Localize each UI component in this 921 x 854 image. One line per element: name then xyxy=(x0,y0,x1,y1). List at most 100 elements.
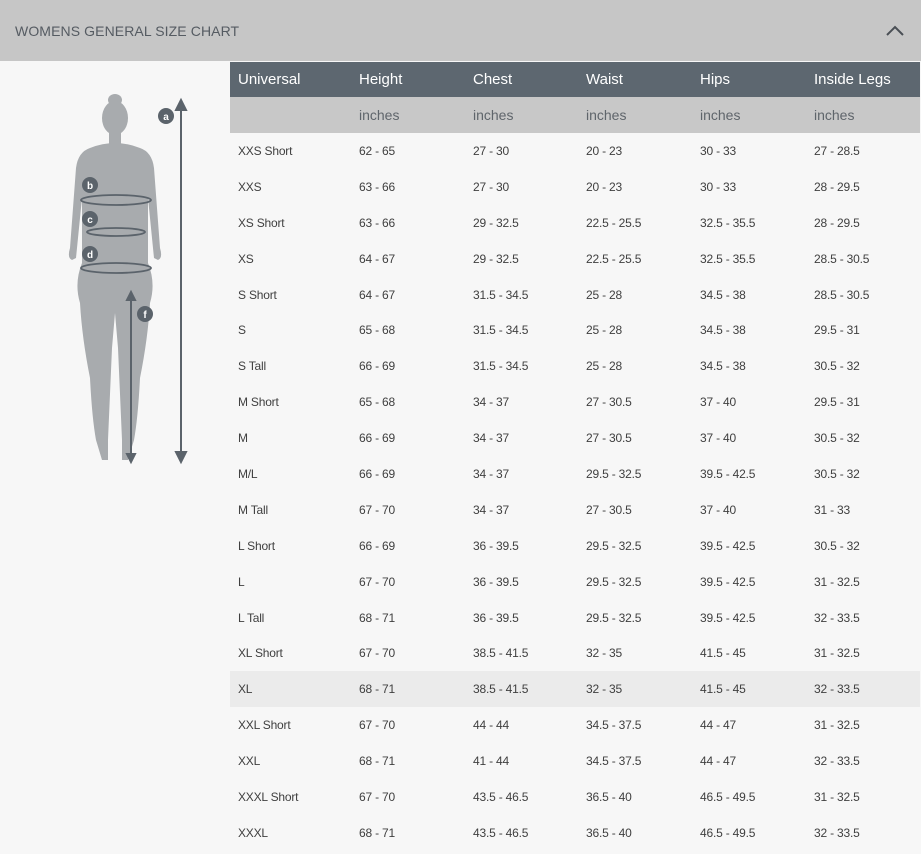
measurement-cell: 32 - 33.5 xyxy=(806,671,920,708)
measurement-cell: 34.5 - 37.5 xyxy=(586,754,642,769)
table-row: L Tall 68 - 71 36 - 39.5 29.5 - 32.5 39.5 - … xyxy=(230,600,920,636)
measurement-cell: 32 - 35 xyxy=(586,646,622,661)
measurement-cell: 32 - 33.5 xyxy=(814,610,860,625)
size-label-cell: M Short xyxy=(238,395,279,410)
measurement-cell: 29.5 - 32.5 xyxy=(586,574,642,589)
measurement-cell: 43.5 - 46.5 xyxy=(473,825,529,840)
table-row: L 67 - 70 36 - 39.5 29.5 - 32.5 39.5 - 42.5 3… xyxy=(230,564,920,600)
table-row: XL Short 67 - 70 38.5 - 41.5 32 - 35 41.5 - … xyxy=(230,635,920,671)
table-row: M/L 66 - 69 34 - 37 29.5 - 32.5 39.5 - 42.5 3… xyxy=(230,456,920,492)
measurement-cell: 68 - 71 xyxy=(351,671,465,708)
measurement-cell: 66 - 69 xyxy=(359,431,395,446)
measurement-cell: 44 - 47 xyxy=(700,754,736,769)
measurement-cell: 41.5 - 45 xyxy=(700,646,746,661)
table-row: XS 64 - 67 29 - 32.5 22.5 - 25.5 32.5 - 35.5… xyxy=(230,241,920,277)
table-body: XXS Short 62 - 65 27 - 30 20 - 23 30 - 33 27 … xyxy=(230,133,920,851)
measurement-cell: 68 - 71 xyxy=(359,610,395,625)
table-row: S Tall 66 - 69 31.5 - 34.5 25 - 28 34.5 - 38… xyxy=(230,348,920,384)
measurement-cell: 66 - 69 xyxy=(359,359,395,374)
table-row: XS Short 63 - 66 29 - 32.5 22.5 - 25.5 32.5 … xyxy=(230,205,920,241)
size-chart-table: Universal Height Chest Waist Hips Inside… xyxy=(230,62,920,851)
unit-label: inches xyxy=(465,97,578,133)
size-label-cell: XXL xyxy=(238,754,261,769)
measurement-cell: 32 - 35 xyxy=(578,671,692,708)
size-label-cell: XXL Short xyxy=(238,718,291,733)
column-header: Chest xyxy=(465,62,578,97)
size-label-cell: XXXL Short xyxy=(238,789,299,804)
column-header: Height xyxy=(351,62,465,97)
size-label-cell: XS Short xyxy=(238,215,285,230)
measurement-cell: 64 - 67 xyxy=(359,251,395,266)
marker-c-icon: c xyxy=(82,211,98,227)
measurement-cell: 29.5 - 32.5 xyxy=(586,466,642,481)
measurement-cell: 29 - 32.5 xyxy=(473,215,519,230)
marker-d-icon: d xyxy=(82,246,98,262)
svg-text:b: b xyxy=(87,181,93,192)
measurement-cell: 68 - 71 xyxy=(359,754,395,769)
column-header: Inside Legs xyxy=(806,62,920,97)
measurement-cell: 27 - 30.5 xyxy=(586,502,632,517)
measurement-cell: 30 - 33 xyxy=(700,179,736,194)
measurement-cell: 38.5 - 41.5 xyxy=(473,646,529,661)
measurement-cell: 36 - 39.5 xyxy=(473,538,519,553)
marker-f-icon: f xyxy=(137,306,153,322)
measurement-cell: 20 - 23 xyxy=(586,179,622,194)
measurement-cell: 37 - 40 xyxy=(700,431,736,446)
size-chart-table-container: Universal Height Chest Waist Hips Inside… xyxy=(230,62,920,851)
measurement-cell: 27 - 30 xyxy=(473,143,509,158)
table-row: XXL Short 67 - 70 44 - 44 34.5 - 37.5 44 - 4… xyxy=(230,707,920,743)
measurement-cell: 30.5 - 32 xyxy=(814,359,860,374)
table-row: XL 68 - 71 38.5 - 41.5 32 - 35 41.5 - 45 32 -… xyxy=(230,671,920,708)
measurement-cell: 22.5 - 25.5 xyxy=(586,251,642,266)
table-row: XXXL 68 - 71 43.5 - 46.5 36.5 - 40 46.5 - 49… xyxy=(230,815,920,851)
size-label-cell: XXXL xyxy=(238,825,268,840)
chevron-up-icon[interactable] xyxy=(885,21,905,41)
measurement-cell: 38.5 - 41.5 xyxy=(465,671,578,708)
measurement-cell: 27 - 28.5 xyxy=(814,143,860,158)
height-arrow xyxy=(174,97,188,465)
measurement-cell: 37 - 40 xyxy=(700,502,736,517)
measurement-cell: 31.5 - 34.5 xyxy=(473,287,529,302)
measurement-cell: 63 - 66 xyxy=(359,215,395,230)
measurement-cell: 41.5 - 45 xyxy=(692,671,806,708)
measurement-cell: 27 - 30.5 xyxy=(586,431,632,446)
measurement-cell: 34 - 37 xyxy=(473,466,509,481)
measurement-cell: 29.5 - 31 xyxy=(814,323,860,338)
unit-label: inches xyxy=(351,97,465,133)
table-row: M 66 - 69 34 - 37 27 - 30.5 37 - 40 30.5 - 32 xyxy=(230,420,920,456)
measurement-cell: 34.5 - 38 xyxy=(700,287,746,302)
measurement-cell: 62 - 65 xyxy=(359,143,395,158)
measurement-cell: 67 - 70 xyxy=(359,718,395,733)
measurement-cell: 66 - 69 xyxy=(359,538,395,553)
unit-row: inches inches inches inches inches xyxy=(230,97,920,133)
measurement-cell: 43.5 - 46.5 xyxy=(473,789,529,804)
measurement-cell: 31 - 32.5 xyxy=(814,574,860,589)
size-label-cell: M/L xyxy=(238,466,258,481)
measurement-cell: 44 - 44 xyxy=(473,718,509,733)
size-label-cell: L Short xyxy=(238,538,275,553)
size-label-cell: L Tall xyxy=(238,610,265,625)
measurement-cell: 32 - 33.5 xyxy=(814,754,860,769)
measurement-cell: 67 - 70 xyxy=(359,502,395,517)
measurement-cell: 34.5 - 38 xyxy=(700,323,746,338)
measurement-cell: 29.5 - 32.5 xyxy=(586,610,642,625)
size-label-cell: S xyxy=(238,323,246,338)
table-row: L Short 66 - 69 36 - 39.5 29.5 - 32.5 39.5 -… xyxy=(230,528,920,564)
measurement-cell: 34 - 37 xyxy=(473,431,509,446)
table-row: M Short 65 - 68 34 - 37 27 - 30.5 37 - 40 29.… xyxy=(230,384,920,420)
measurement-cell: 39.5 - 42.5 xyxy=(700,610,756,625)
measurement-cell: 64 - 67 xyxy=(359,287,395,302)
svg-text:d: d xyxy=(87,250,93,261)
measurement-cell: 67 - 70 xyxy=(359,574,395,589)
unit-label xyxy=(230,97,351,133)
measurement-cell: 31 - 33 xyxy=(814,502,850,517)
table-row: XXL 68 - 71 41 - 44 34.5 - 37.5 44 - 47 32 - … xyxy=(230,743,920,779)
measurement-cell: 29.5 - 31 xyxy=(814,395,860,410)
measurement-cell: 30.5 - 32 xyxy=(814,538,860,553)
size-chart-accordion-header[interactable]: WOMENS GENERAL SIZE CHART xyxy=(0,0,921,61)
measurement-cell: 30 - 33 xyxy=(700,143,736,158)
body-silhouette xyxy=(68,94,162,460)
measurement-cell: 25 - 28 xyxy=(586,287,622,302)
measurement-cell: 46.5 - 49.5 xyxy=(700,825,756,840)
measurement-cell: 28 - 29.5 xyxy=(814,179,860,194)
